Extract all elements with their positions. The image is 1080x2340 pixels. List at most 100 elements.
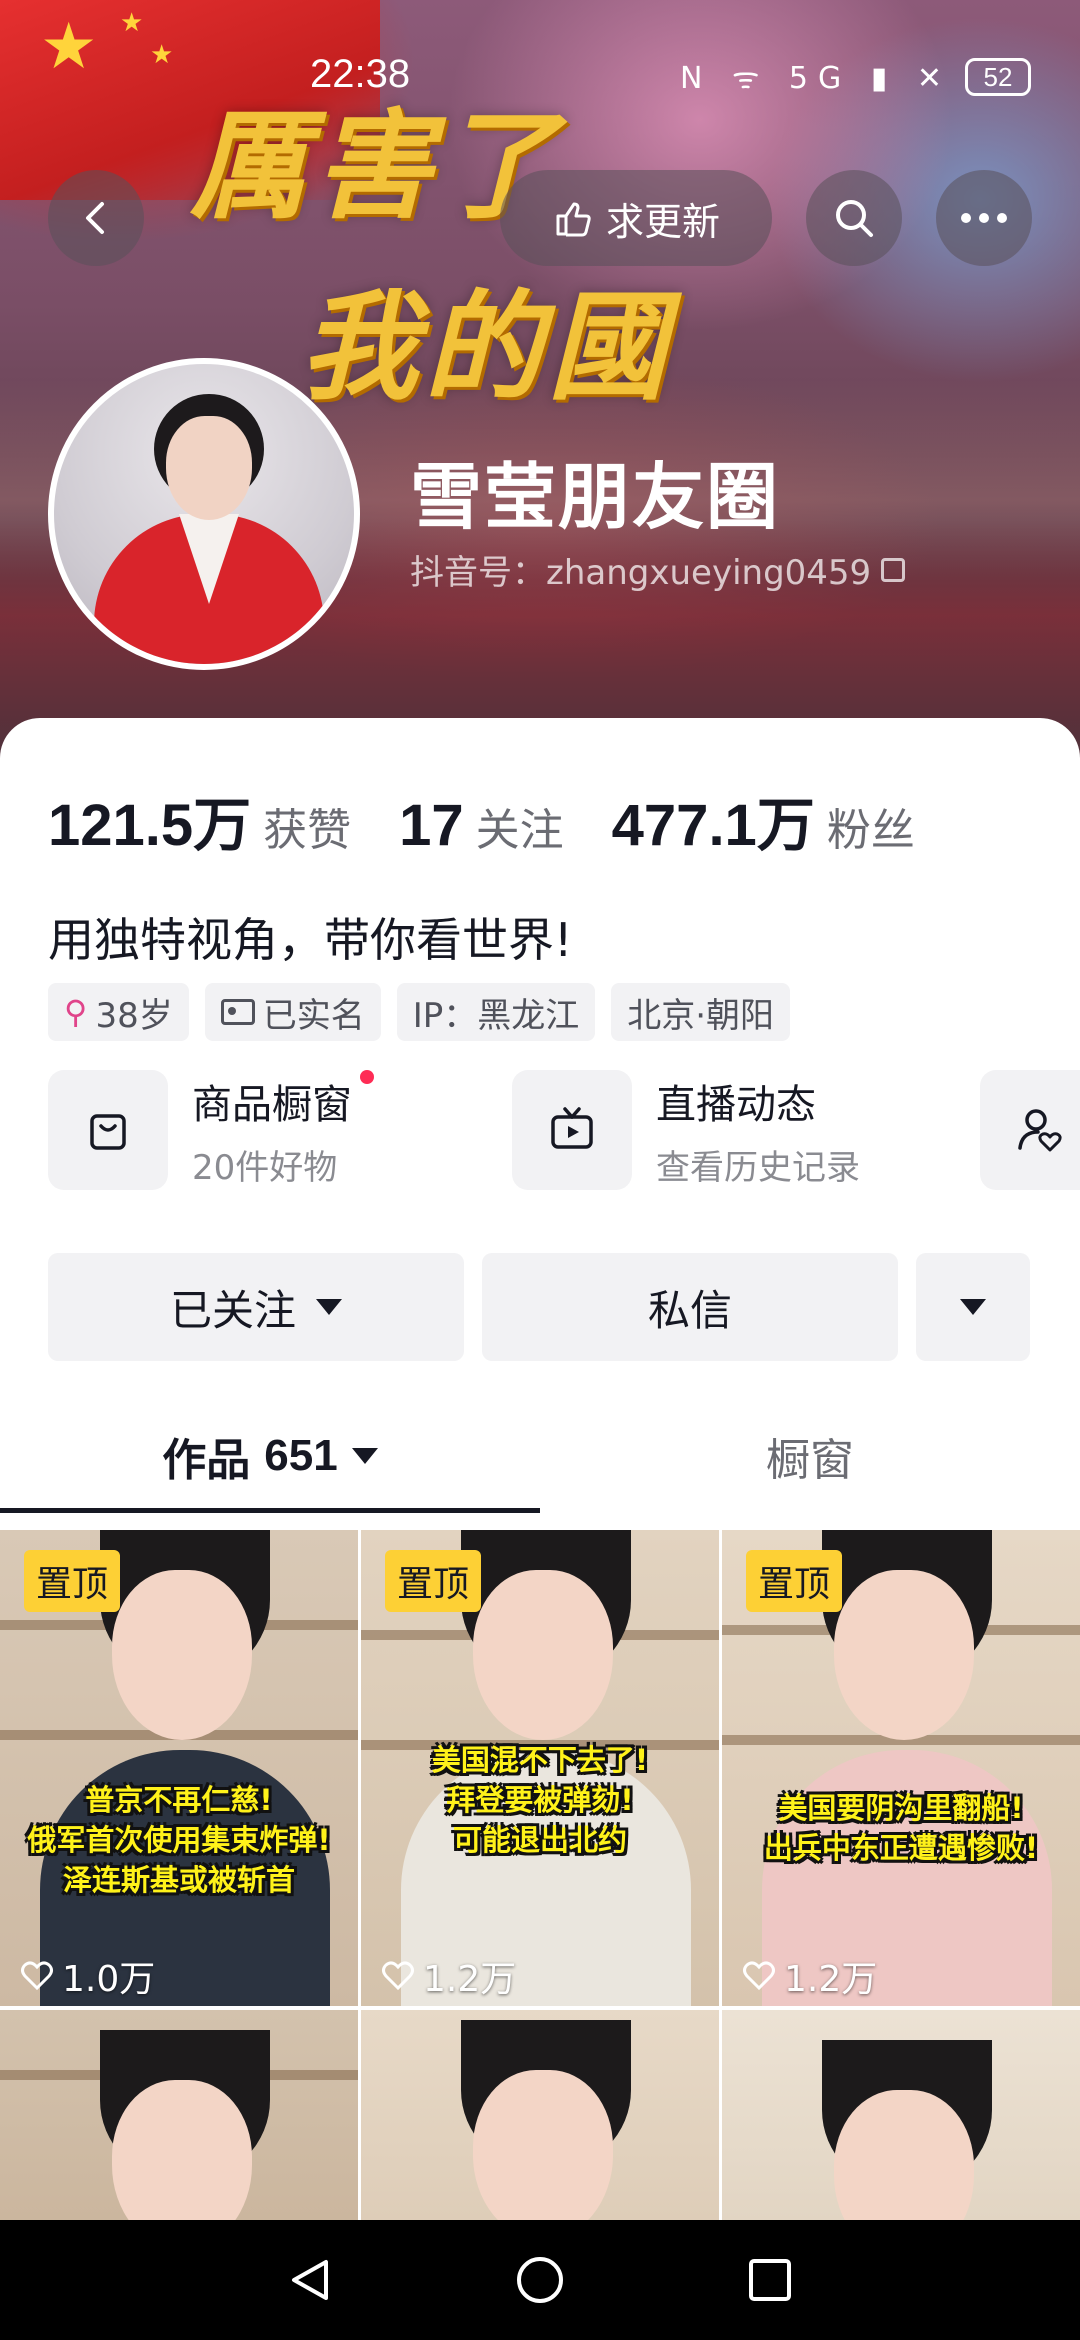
like-count: 1.2万: [381, 1950, 516, 2002]
pinned-badge: 置顶: [385, 1550, 482, 1612]
friend-icon-box: [980, 1070, 1080, 1190]
tags-row: ⚲ 38岁 已实名 IP：黑龙江 北京·朝阳: [48, 983, 791, 1041]
caret-down-icon: [351, 1448, 378, 1464]
nav-recents-icon: [749, 2259, 791, 2301]
tab-works[interactable]: 作品 651: [0, 1408, 540, 1504]
like-count: 1.2万: [742, 1950, 877, 2002]
female-icon: ⚲: [64, 993, 88, 1031]
nav-back-icon: [292, 2260, 328, 2300]
active-tab-indicator: [0, 1508, 540, 1513]
person-face: [834, 2090, 974, 2220]
video-thumbnail[interactable]: 置顶 美国要阴沟里翻船! 出兵中东正遭遇惨败! 1.2万: [722, 1530, 1080, 2006]
video-thumbnail[interactable]: [0, 2010, 358, 2220]
pinned-badge: 置顶: [746, 1550, 843, 1612]
nav-home-button[interactable]: [510, 2250, 570, 2310]
content-tabs: 作品 651 橱窗: [0, 1408, 1080, 1513]
person-face: [834, 1570, 974, 1740]
tag-ip-label: IP：黑龙江: [412, 995, 580, 1036]
live-history-entry[interactable]: 直播动态 查看历史记录: [512, 1070, 860, 1190]
battery-icon: 52: [965, 58, 1031, 96]
avatar-face: [166, 416, 252, 520]
nav-home-icon: [517, 2257, 563, 2303]
stat-following[interactable]: 17 关注: [399, 792, 564, 859]
friends-entry[interactable]: [980, 1070, 1080, 1190]
person-face: [473, 1570, 613, 1740]
shop-window-title-text: 商品橱窗: [192, 1081, 352, 1128]
like-count-value: 1.2万: [423, 1959, 517, 2000]
video-caption: 美国要阴沟里翻船! 出兵中东正遭遇惨败!: [734, 1788, 1068, 1868]
live-history-title: 直播动态: [656, 1081, 816, 1128]
search-icon: [836, 200, 873, 237]
system-nav-bar: [0, 2220, 1080, 2340]
tag-verified: 已实名: [204, 983, 381, 1041]
following-button[interactable]: 已关注: [48, 1253, 464, 1361]
actions-row: 已关注 私信: [48, 1253, 1030, 1361]
caption-line: 可能退出北约: [452, 1823, 627, 1857]
shop-bag-icon-box: [48, 1070, 168, 1190]
shop-window-subtitle: 20件好物: [192, 1147, 338, 1188]
feature-row: 商品橱窗 20件好物 直播动态 查看历史记录: [48, 1069, 1080, 1200]
status-bar: 22:38 N ᯤ 5G ▮ ✕ 52: [0, 40, 1080, 120]
tab-works-label: 作品: [162, 1435, 251, 1486]
more-dots-icon: [961, 213, 1007, 223]
douyin-id[interactable]: 抖音号：zhangxueying0459: [410, 545, 906, 594]
bio-text: 用独特视角，带你看世界!: [48, 913, 573, 967]
stat-following-label: 关注: [475, 805, 564, 856]
heart-icon: [21, 1961, 53, 1991]
nav-back-button[interactable]: [280, 2250, 340, 2310]
caption-line: 美国要阴沟里翻船!: [778, 1791, 1024, 1825]
banner-calligraphy-line2: 我的國: [300, 277, 673, 416]
tab-shop-window[interactable]: 橱窗: [540, 1408, 1080, 1504]
status-time: 22:38: [310, 52, 411, 96]
video-thumbnail[interactable]: [722, 2010, 1080, 2220]
stat-followers[interactable]: 477.1万 粉丝: [612, 778, 915, 862]
person-heart-icon: [1018, 1109, 1062, 1152]
caption-line: 美国混不下去了!: [431, 1743, 649, 1777]
nav-recents-button[interactable]: [740, 2250, 800, 2310]
tag-age-label: 38岁: [95, 995, 173, 1036]
caption-line: 普京不再仁慈!: [85, 1783, 273, 1817]
tag-location: 北京·朝阳: [611, 983, 791, 1041]
heart-icon: [382, 1961, 414, 1991]
caption-line: 出兵中东正遭遇惨败!: [763, 1831, 1039, 1865]
like-count: 1.0万: [20, 1950, 155, 2002]
search-button[interactable]: [806, 170, 902, 266]
status-signal-icons: N ᯤ 5G ▮ ✕: [680, 61, 952, 96]
back-button[interactable]: [48, 170, 144, 266]
stats-row: 121.5万 获赞 17 关注 477.1万 粉丝: [48, 778, 963, 862]
profile-name: 雪莹朋友圈: [410, 455, 781, 539]
person-face: [112, 1570, 252, 1740]
tab-shop-window-label: 橱窗: [766, 1435, 854, 1486]
following-button-label: 已关注: [169, 1285, 296, 1335]
tv-play-icon: [551, 1107, 593, 1149]
message-button[interactable]: 私信: [482, 1253, 898, 1361]
expand-button[interactable]: [916, 1253, 1030, 1361]
douyin-id-text: 抖音号：zhangxueying0459: [410, 553, 872, 593]
stat-likes-number: 121.5万: [48, 793, 252, 858]
stat-following-number: 17: [399, 793, 464, 858]
stat-likes[interactable]: 121.5万 获赞: [48, 778, 351, 862]
message-button-label: 私信: [647, 1285, 732, 1335]
back-arrow-icon: [86, 202, 104, 234]
caption-line: 拜登要被弹劾!: [446, 1783, 634, 1817]
request-update-button[interactable]: 求更新: [500, 170, 772, 266]
video-thumbnail[interactable]: 置顶 普京不再仁慈! 俄军首次使用集束炸弹! 泽连斯基或被斩首 1.0万: [0, 1530, 358, 2006]
stat-likes-label: 获赞: [263, 805, 352, 856]
caret-down-icon: [316, 1299, 342, 1315]
shopping-bag-icon: [90, 1114, 126, 1150]
avatar[interactable]: [48, 358, 360, 670]
video-thumbnail[interactable]: [361, 2010, 719, 2220]
stat-followers-number: 477.1万: [611, 793, 815, 858]
thumbs-up-icon: [556, 202, 591, 237]
more-button[interactable]: [936, 170, 1032, 266]
caption-line: 泽连斯基或被斩首: [62, 1863, 295, 1897]
pinned-badge: 置顶: [24, 1550, 121, 1612]
video-caption: 普京不再仁慈! 俄军首次使用集束炸弹! 泽连斯基或被斩首: [12, 1780, 346, 1900]
like-count-value: 1.2万: [784, 1959, 878, 2000]
video-thumbnail[interactable]: 置顶 美国混不下去了! 拜登要被弹劾! 可能退出北约 1.2万: [361, 1530, 719, 2006]
copy-icon[interactable]: [881, 557, 906, 582]
shop-window-entry[interactable]: 商品橱窗 20件好物: [48, 1069, 374, 1190]
tag-ip: IP：黑龙江: [396, 983, 596, 1041]
like-count-value: 1.0万: [62, 1959, 156, 2000]
tag-location-label: 北京·朝阳: [627, 995, 775, 1036]
